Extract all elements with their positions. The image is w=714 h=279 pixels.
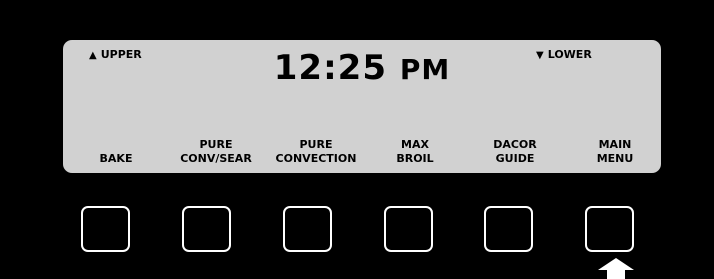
softkey-label-line2: BROIL [396, 152, 434, 165]
softkey-label-dacor-guide: DACOR GUIDE [465, 138, 565, 166]
softkey-button-bake[interactable] [81, 206, 130, 252]
softkey-button-pure-conv-sear[interactable] [182, 206, 231, 252]
softkey-button-max-broil[interactable] [384, 206, 433, 252]
softkey-button-main-menu[interactable] [585, 206, 634, 252]
softkey-label-line2: BAKE [99, 152, 133, 165]
clock-time: 12:25 [273, 48, 387, 88]
softkey-label-line1: MAIN [598, 138, 632, 151]
softkey-label-line1: PURE [299, 138, 333, 151]
clock-ampm: PM [399, 53, 451, 86]
softkey-label-line1: PURE [199, 138, 233, 151]
softkey-label-pure-convection: PURE CONVECTION [266, 138, 366, 166]
softkey-button-pure-convection[interactable] [283, 206, 332, 252]
softkey-label-line2: MENU [596, 152, 634, 165]
softkey-label-line2: CONVECTION [275, 152, 357, 165]
softkey-label-line1: MAX [401, 138, 429, 151]
softkey-label-pure-conv-sear: PURE CONV/SEAR [166, 138, 266, 166]
lower-oven-indicator: ▼ LOWER [536, 48, 592, 61]
softkey-label-line2: GUIDE [495, 152, 535, 165]
softkey-button-dacor-guide[interactable] [484, 206, 533, 252]
lcd-display: ▲ UPPER 12:25 PM ▼ LOWER BAKE PURE CONV/SE… [63, 40, 661, 173]
softkey-label-line2: CONV/SEAR [180, 152, 252, 165]
lower-label: LOWER [547, 48, 592, 61]
arrow-up-icon [598, 258, 634, 279]
triangle-down-icon: ▼ [536, 50, 544, 61]
softkey-label-line1: DACOR [493, 138, 537, 151]
softkey-label-main-menu: MAIN MENU [565, 138, 665, 166]
softkey-label-max-broil: MAX BROIL [365, 138, 465, 166]
softkey-label-bake: BAKE [66, 152, 166, 166]
